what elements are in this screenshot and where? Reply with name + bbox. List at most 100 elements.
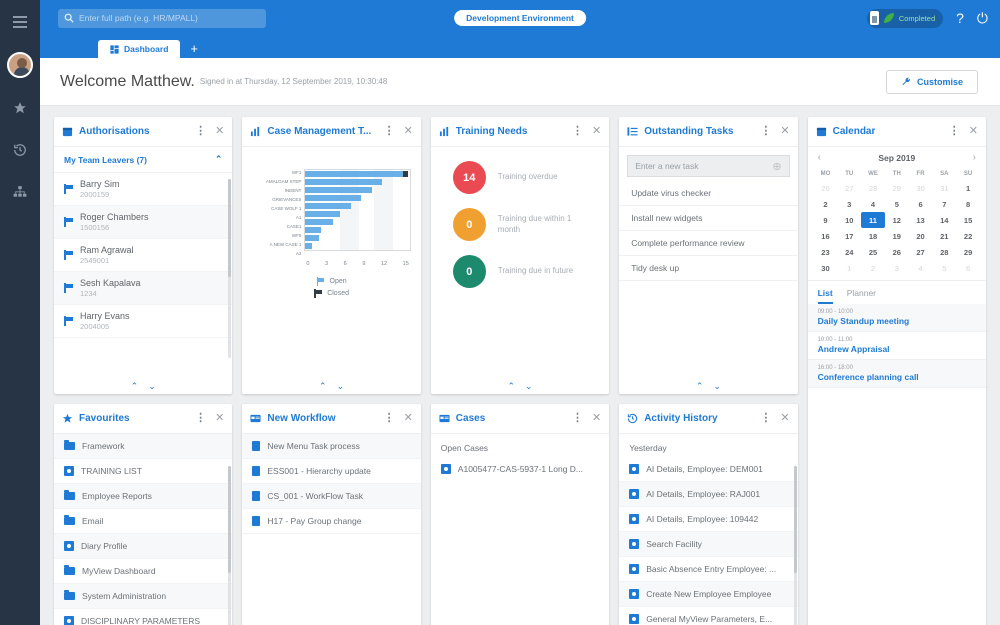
close-icon[interactable]: ✕ xyxy=(780,126,789,137)
list-item[interactable]: Install new widgets xyxy=(619,206,798,231)
calendar-day[interactable]: 19 xyxy=(885,228,909,244)
calendar-day[interactable]: 9 xyxy=(814,212,838,228)
card-menu-icon[interactable]: ⋮ xyxy=(572,413,583,424)
calendar-day[interactable]: 3 xyxy=(885,260,909,276)
calendar-event[interactable]: 10:00 - 11:00 Andrew Appraisal xyxy=(807,332,986,360)
calendar-day[interactable]: 31 xyxy=(932,180,956,196)
calendar-day[interactable]: 2 xyxy=(814,196,838,212)
close-icon[interactable]: ✕ xyxy=(780,413,789,424)
calendar-day[interactable]: 28 xyxy=(932,244,956,260)
list-item[interactable]: Sesh Kapalava 1234 xyxy=(54,272,233,305)
calendar-day[interactable]: 6 xyxy=(909,196,933,212)
calendar-day[interactable]: 1 xyxy=(956,180,980,196)
card-menu-icon[interactable]: ⋮ xyxy=(195,126,206,137)
calendar-day[interactable]: 27 xyxy=(909,244,933,260)
list-item[interactable]: General MyView Parameters, E... xyxy=(619,607,797,625)
scrollbar[interactable] xyxy=(228,466,232,625)
add-tab-button[interactable]: + xyxy=(184,41,204,58)
chevron-up-icon[interactable]: ⌃ xyxy=(215,154,223,165)
calendar-day[interactable]: 21 xyxy=(932,228,956,244)
status-badge[interactable]: Completed xyxy=(866,8,944,28)
calendar-day[interactable]: 22 xyxy=(956,228,980,244)
list-item[interactable]: TRAINING LIST xyxy=(54,459,233,484)
calendar-day[interactable]: 26 xyxy=(814,180,838,196)
list-item[interactable]: Employee Reports xyxy=(54,484,233,509)
calendar-day[interactable]: 6 xyxy=(956,260,980,276)
scroll-down-button[interactable]: ⌄ xyxy=(337,381,345,392)
calendar-day[interactable]: 30 xyxy=(814,260,838,276)
calendar-day[interactable]: 4 xyxy=(861,196,885,212)
list-item[interactable]: Barry Sim 2000159 xyxy=(54,173,233,206)
calendar-day[interactable]: 5 xyxy=(932,260,956,276)
list-item[interactable]: ESS001 - Hierarchy update xyxy=(242,459,421,484)
scrollbar[interactable] xyxy=(228,179,232,358)
scroll-up-button[interactable]: ⌃ xyxy=(131,381,139,392)
calendar-day-selected[interactable]: 11 xyxy=(861,212,885,228)
list-item[interactable]: Diary Profile xyxy=(54,534,233,559)
calendar-day[interactable]: 4 xyxy=(909,260,933,276)
calendar-day[interactable]: 30 xyxy=(909,180,933,196)
close-icon[interactable]: ✕ xyxy=(404,126,413,137)
calendar-day[interactable]: 27 xyxy=(837,180,861,196)
tab-list[interactable]: List xyxy=(817,288,833,304)
avatar[interactable] xyxy=(7,52,33,78)
scroll-up-button[interactable]: ⌃ xyxy=(507,381,515,392)
card-menu-icon[interactable]: ⋮ xyxy=(384,413,395,424)
list-item[interactable]: AI Details, Employee: 109442 xyxy=(619,507,798,532)
scroll-up-button[interactable]: ⌃ xyxy=(696,381,704,392)
close-icon[interactable]: ✕ xyxy=(404,413,413,424)
close-icon[interactable]: ✕ xyxy=(592,126,601,137)
history-icon[interactable] xyxy=(8,138,32,162)
list-item[interactable]: Harry Evans 2004005 xyxy=(54,305,233,338)
training-stat-item[interactable]: 0 Training due within 1 month xyxy=(452,208,609,241)
card-menu-icon[interactable]: ⋮ xyxy=(572,126,583,137)
org-chart-icon[interactable] xyxy=(8,180,32,204)
close-icon[interactable]: ✕ xyxy=(969,126,978,137)
list-item[interactable]: DISCIPLINARY PARAMETERS xyxy=(54,609,232,625)
list-item[interactable]: New Menu Task process xyxy=(242,434,421,459)
calendar-day[interactable]: 18 xyxy=(861,228,885,244)
next-month-button[interactable]: › xyxy=(973,152,976,163)
list-item[interactable]: Complete performance review xyxy=(619,231,798,256)
list-item[interactable]: Update virus checker xyxy=(619,181,798,206)
calendar-event[interactable]: 16:00 - 18:00 Conference planning call xyxy=(807,360,986,388)
list-item[interactable]: Ram Agrawal 2549001 xyxy=(54,239,233,272)
list-item[interactable]: AI Details, Employee: DEM001 xyxy=(619,457,798,482)
card-menu-icon[interactable]: ⋮ xyxy=(195,413,206,424)
calendar-day[interactable]: 12 xyxy=(885,212,909,228)
calendar-day[interactable]: 20 xyxy=(909,228,933,244)
close-icon[interactable]: ✕ xyxy=(592,413,601,424)
list-item[interactable]: CS_001 - WorkFlow Task xyxy=(242,484,421,509)
scroll-down-button[interactable]: ⌄ xyxy=(148,381,156,392)
tab-dashboard[interactable]: Dashboard xyxy=(98,40,181,58)
list-item[interactable]: System Administration xyxy=(54,584,233,609)
calendar-day[interactable]: 5 xyxy=(885,196,909,212)
calendar-day[interactable]: 10 xyxy=(837,212,861,228)
list-item[interactable]: Email xyxy=(54,509,233,534)
calendar-day[interactable]: 7 xyxy=(932,196,956,212)
calendar-day[interactable]: 28 xyxy=(861,180,885,196)
group-header-team-leavers[interactable]: My Team Leavers (7) ⌃ xyxy=(54,147,233,173)
scroll-up-button[interactable]: ⌃ xyxy=(319,381,327,392)
calendar-day[interactable]: 8 xyxy=(956,196,980,212)
plus-circle-icon[interactable]: ⊕ xyxy=(772,160,781,173)
list-item[interactable]: Tidy desk up xyxy=(619,256,798,281)
calendar-day[interactable]: 29 xyxy=(885,180,909,196)
card-menu-icon[interactable]: ⋮ xyxy=(384,126,395,137)
calendar-day[interactable]: 24 xyxy=(837,244,861,260)
list-item[interactable]: AI Details, Employee: RAJ001 xyxy=(619,482,798,507)
scroll-down-button[interactable]: ⌄ xyxy=(525,381,533,392)
calendar-event[interactable]: 09:00 - 10:00 Daily Standup meeting xyxy=(807,304,986,332)
calendar-day[interactable]: 2 xyxy=(861,260,885,276)
scrollbar[interactable] xyxy=(793,466,797,625)
list-item[interactable]: Roger Chambers 1500156 xyxy=(54,206,233,239)
calendar-day[interactable]: 26 xyxy=(885,244,909,260)
calendar-day[interactable]: 15 xyxy=(956,212,980,228)
calendar-day[interactable]: 17 xyxy=(837,228,861,244)
list-item[interactable]: Basic Absence Entry Employee: ... xyxy=(619,557,798,582)
menu-icon[interactable] xyxy=(8,10,32,34)
calendar-day[interactable]: 23 xyxy=(814,244,838,260)
help-icon[interactable]: ? xyxy=(956,11,964,25)
training-stat-item[interactable]: 0 Training due in future xyxy=(452,255,609,288)
calendar-day[interactable]: 29 xyxy=(956,244,980,260)
